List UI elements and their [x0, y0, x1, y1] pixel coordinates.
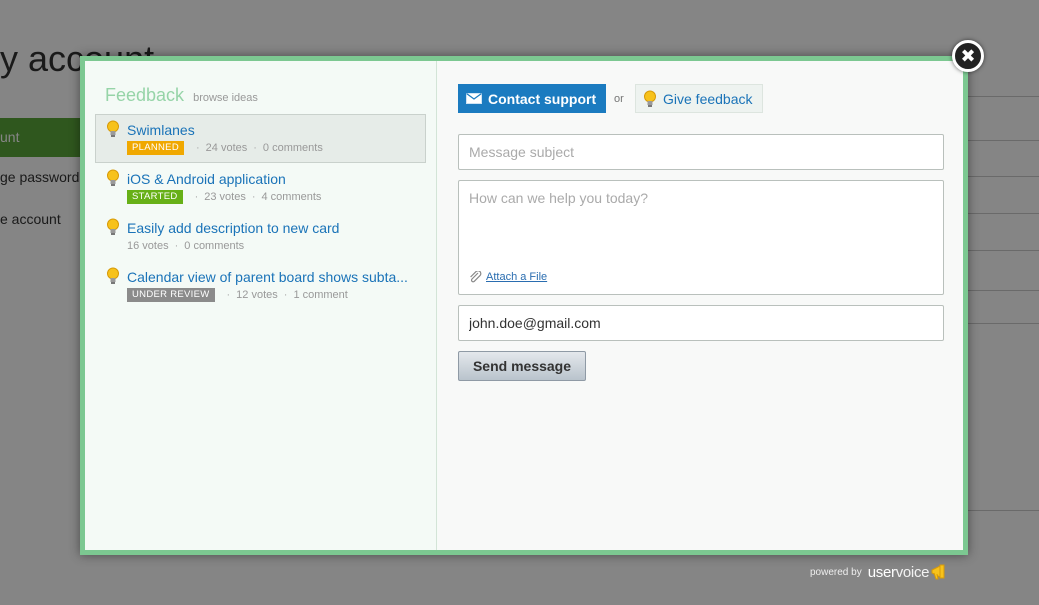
feedback-pane: Feedback browse ideas Swimlanes PLANNED · 2… — [85, 61, 437, 550]
meta-separator: · — [194, 191, 199, 203]
or-separator: or — [614, 93, 624, 105]
idea-item[interactable]: Calendar view of parent board shows subt… — [95, 261, 426, 310]
idea-votes: 24 votes — [205, 142, 248, 154]
meta-separator: · — [195, 142, 200, 154]
status-badge: UNDER REVIEW — [127, 288, 215, 302]
meta-separator: · — [283, 289, 288, 301]
message-body-field: Attach a File — [458, 180, 944, 295]
idea-comments: 1 comment — [293, 289, 348, 301]
mail-icon — [466, 93, 482, 104]
powered-by-label: powered by — [810, 566, 862, 578]
idea-votes: 23 votes — [204, 191, 246, 203]
tab-give-feedback[interactable]: Give feedback — [635, 84, 763, 113]
attach-file-label: Attach a File — [486, 271, 548, 283]
message-subject-input[interactable] — [458, 134, 944, 170]
idea-item[interactable]: iOS & Android application STARTED · 23 vote… — [95, 163, 426, 212]
lightbulb-icon — [644, 90, 656, 107]
idea-votes: 16 votes — [127, 240, 169, 252]
send-message-button[interactable]: Send message — [458, 351, 586, 381]
lightbulb-icon — [107, 169, 119, 186]
idea-meta: UNDER REVIEW · 12 votes · 1 comment — [127, 288, 425, 302]
feedback-title: Feedback browse ideas — [105, 85, 258, 106]
powered-by-uservoice: powered by uservoice — [810, 563, 950, 581]
attach-file-link[interactable]: Attach a File — [469, 271, 547, 283]
idea-comments: 0 comments — [262, 142, 323, 154]
tab-contact-support-label: Contact support — [488, 90, 597, 107]
close-modal-button[interactable]: ✖ — [952, 40, 984, 72]
idea-meta: 16 votes · 0 comments — [127, 239, 425, 253]
idea-item[interactable]: Swimlanes PLANNED · 24 votes · 0 comments — [95, 114, 426, 163]
tab-give-feedback-label: Give feedback — [663, 90, 753, 107]
meta-separator: · — [226, 289, 231, 301]
megaphone-icon — [931, 564, 945, 580]
status-badge: PLANNED — [127, 141, 184, 155]
lightbulb-icon — [107, 120, 119, 137]
idea-title[interactable]: Calendar view of parent board shows subt… — [127, 268, 425, 286]
idea-comments: 0 comments — [184, 240, 245, 252]
close-icon: ✖ — [960, 46, 976, 66]
paperclip-icon — [470, 271, 482, 283]
uservoice-logo-user: user — [867, 563, 896, 581]
idea-title[interactable]: Easily add description to new card — [127, 219, 425, 237]
tab-contact-support[interactable]: Contact support — [458, 84, 607, 113]
status-badge: STARTED — [127, 190, 183, 204]
uservoice-modal: Feedback browse ideas Swimlanes PLANNED · 2… — [80, 56, 968, 555]
idea-title[interactable]: Swimlanes — [127, 121, 425, 139]
idea-title[interactable]: iOS & Android application — [127, 170, 425, 188]
contact-pane: Contact support or Give feedback Attach … — [438, 61, 963, 550]
idea-list: Swimlanes PLANNED · 24 votes · 0 comments iOS … — [95, 114, 426, 310]
idea-meta: STARTED · 23 votes · 4 comments — [127, 190, 425, 204]
message-body-input[interactable] — [469, 181, 933, 261]
feedback-heading: Feedback — [105, 85, 185, 105]
meta-separator: · — [253, 142, 257, 154]
meta-separator: · — [174, 240, 179, 252]
idea-meta: PLANNED · 24 votes · 0 comments — [127, 141, 425, 155]
email-input[interactable] — [458, 305, 944, 341]
idea-item[interactable]: Easily add description to new card 16 vot… — [95, 212, 426, 261]
idea-comments: 4 comments — [261, 191, 322, 203]
browse-ideas-link[interactable]: browse ideas — [193, 92, 258, 104]
lightbulb-icon — [107, 267, 119, 284]
meta-separator: · — [251, 191, 256, 203]
uservoice-logo: uservoice — [868, 564, 930, 581]
lightbulb-icon — [107, 218, 119, 235]
uservoice-logo-voice: voice — [895, 563, 930, 581]
idea-votes: 12 votes — [236, 289, 278, 301]
